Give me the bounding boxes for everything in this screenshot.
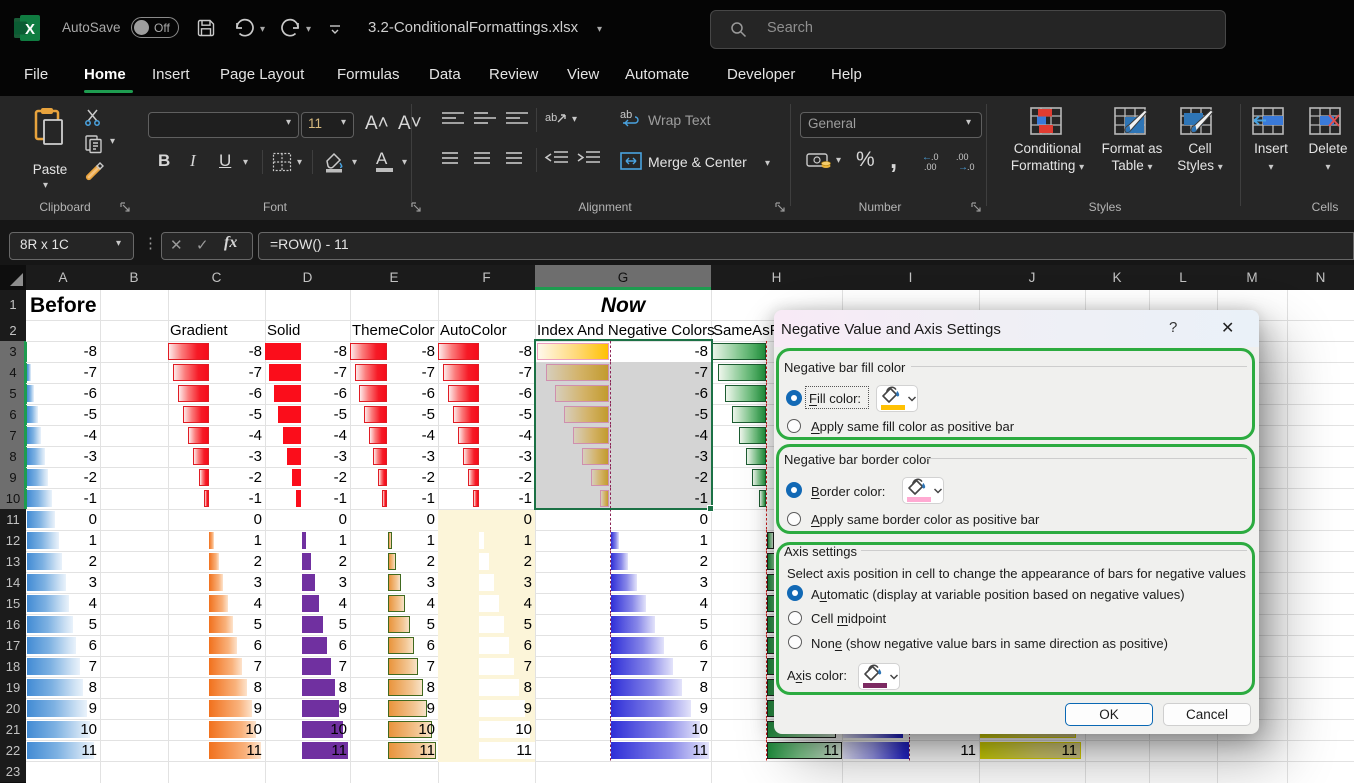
svg-text:.0: .0 [931,152,939,162]
svg-text:.00: .00 [924,162,937,172]
svg-text:ab: ab [620,109,632,121]
svg-text:X: X [25,21,35,38]
svg-text:ab: ab [545,112,557,124]
svg-text:.0: .0 [967,162,975,172]
svg-text:.00: .00 [956,152,969,162]
